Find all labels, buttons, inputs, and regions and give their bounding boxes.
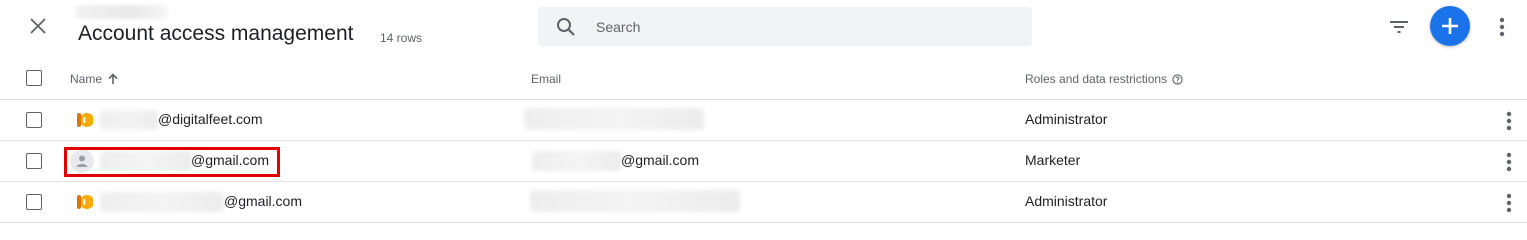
more-vert-icon: [1506, 111, 1512, 131]
close-button[interactable]: [24, 12, 52, 40]
analytics-logo-icon: [72, 108, 96, 132]
redacted-email: [532, 151, 622, 171]
redacted-name: [100, 192, 224, 212]
filter-icon: [1390, 21, 1408, 33]
redacted-email: [530, 190, 740, 212]
row-checkbox[interactable]: [26, 153, 42, 169]
close-icon: [30, 18, 46, 34]
select-all-checkbox[interactable]: [26, 70, 42, 86]
search-bar: [538, 7, 1032, 46]
column-header-roles: Roles and data restrictions: [1025, 72, 1183, 86]
user-role: Administrator: [1025, 193, 1108, 209]
redacted-name: [100, 110, 158, 130]
help-icon[interactable]: [1172, 73, 1183, 85]
users-table: Name Email Roles and data restrictions @…: [0, 58, 1527, 223]
more-options-button[interactable]: [1490, 14, 1514, 40]
row-more-button[interactable]: [1498, 149, 1520, 175]
user-name: @digitalfeet.com: [158, 111, 263, 127]
column-header-name[interactable]: Name: [70, 72, 118, 86]
search-input[interactable]: [594, 17, 998, 36]
plus-icon: [1442, 18, 1458, 34]
row-more-button[interactable]: [1498, 190, 1520, 216]
search-icon[interactable]: [556, 16, 578, 38]
more-vert-icon: [1506, 193, 1512, 213]
filter-button[interactable]: [1386, 14, 1412, 40]
analytics-logo-icon: [72, 190, 96, 214]
row-count: 14 rows: [380, 31, 423, 45]
more-vert-icon: [1506, 152, 1512, 172]
account-access-page: Account access management 14 rows Name: [0, 0, 1527, 223]
more-vert-icon: [1499, 17, 1505, 37]
user-name: @gmail.com: [224, 193, 303, 209]
column-header-name-label: Name: [70, 72, 103, 86]
sort-ascending-icon: [108, 73, 118, 85]
page-title: Account access management: [78, 22, 354, 45]
column-header-roles-label: Roles and data restrictions: [1025, 72, 1168, 86]
redacted-email: [524, 108, 704, 130]
table-row[interactable]: @digitalfeet.com Administrator: [0, 100, 1527, 141]
highlight-box: [64, 147, 280, 177]
column-header-email: Email: [531, 72, 562, 86]
table-row[interactable]: @gmail.com Administrator: [0, 182, 1527, 223]
user-role: Marketer: [1025, 152, 1081, 168]
add-user-button[interactable]: [1430, 6, 1470, 46]
user-email: @gmail.com: [621, 152, 700, 168]
breadcrumb-redacted: [76, 5, 168, 19]
row-checkbox[interactable]: [26, 194, 42, 210]
table-header: Name Email Roles and data restrictions: [0, 58, 1527, 100]
user-role: Administrator: [1025, 111, 1108, 127]
row-checkbox[interactable]: [26, 112, 42, 128]
row-more-button[interactable]: [1498, 108, 1520, 134]
